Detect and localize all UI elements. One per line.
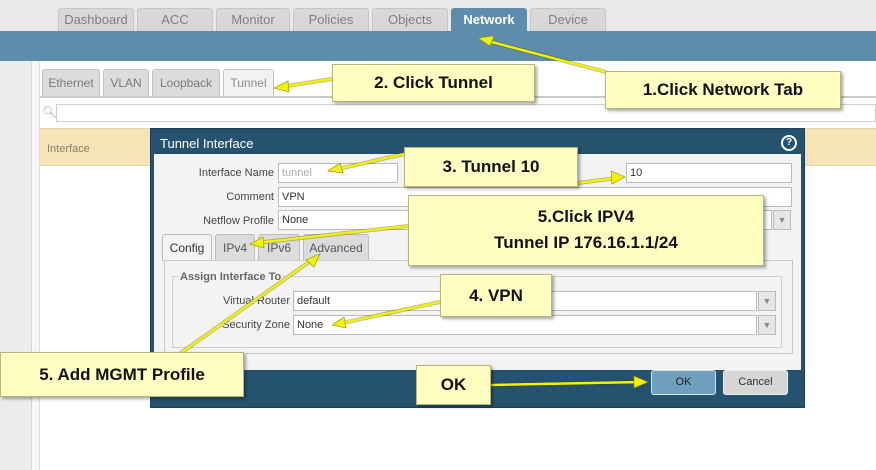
callout-add-mgmt-profile: 5. Add MGMT Profile <box>0 352 244 397</box>
tab-network[interactable]: Network <box>451 8 527 31</box>
subtab-ethernet[interactable]: Ethernet <box>42 69 100 96</box>
interface-name-label: Interface Name <box>198 167 274 179</box>
callout-vpn: 4. VPN <box>440 274 552 317</box>
dialog-tab-ipv4[interactable]: IPv4 <box>215 234 255 261</box>
callout-ok: OK <box>416 365 491 405</box>
chevron-down-icon[interactable]: ▼ <box>758 291 776 311</box>
arrow-tunnel-subtab <box>278 77 334 89</box>
sidebar-splitter[interactable] <box>32 61 40 470</box>
callout-click-network-tab: 1.Click Network Tab <box>605 71 841 109</box>
search-icon: 🔍︎ <box>42 105 58 119</box>
callout-ipv4-line2: Tunnel IP 176.16.1.1/24 <box>494 233 678 252</box>
chevron-down-icon[interactable]: ▼ <box>773 210 791 230</box>
tab-device[interactable]: Device <box>530 8 606 31</box>
virtual-router-label: Virtual Router <box>222 295 290 307</box>
dialog-tab-config[interactable]: Config <box>162 234 212 261</box>
tab-acc[interactable]: ACC <box>137 8 213 31</box>
interface-number-field[interactable]: 10 <box>626 163 792 183</box>
netflow-profile-label: Netflow Profile <box>203 215 274 227</box>
subtab-vlan[interactable]: VLAN <box>103 69 149 96</box>
security-zone-label: Security Zone <box>222 319 290 331</box>
left-sidebar <box>0 61 32 470</box>
dialog-tab-ipv6[interactable]: IPv6 <box>258 234 300 261</box>
ok-button[interactable]: OK <box>651 370 716 395</box>
callout-tunnel-10: 3. Tunnel 10 <box>404 147 578 187</box>
tab-policies[interactable]: Policies <box>293 8 369 31</box>
callout-click-tunnel: 2. Click Tunnel <box>332 64 535 102</box>
tab-objects[interactable]: Objects <box>372 8 448 31</box>
assign-interface-legend: Assign Interface To <box>178 271 284 283</box>
cancel-button[interactable]: Cancel <box>723 370 788 395</box>
subtab-loopback[interactable]: Loopback <box>152 69 220 96</box>
dialog-tab-advanced[interactable]: Advanced <box>303 234 369 261</box>
tab-dashboard[interactable]: Dashboard <box>58 8 134 31</box>
callout-click-ipv4: 5.Click IPV4 Tunnel IP 176.16.1.1/24 <box>408 195 764 266</box>
interface-name-field[interactable]: tunnel <box>278 163 398 183</box>
dialog-title: Tunnel Interface <box>160 136 254 151</box>
callout-ipv4-line1: 5.Click IPV4 <box>537 207 635 226</box>
subtab-tunnel[interactable]: Tunnel <box>223 69 274 96</box>
nav-bar <box>0 31 876 61</box>
tab-monitor[interactable]: Monitor <box>216 8 290 31</box>
security-zone-select[interactable]: None <box>293 315 757 335</box>
chevron-down-icon[interactable]: ▼ <box>758 315 776 335</box>
interface-column-header[interactable]: Interface <box>47 143 90 155</box>
help-icon[interactable]: ? <box>781 135 797 151</box>
comment-label: Comment <box>226 191 274 203</box>
